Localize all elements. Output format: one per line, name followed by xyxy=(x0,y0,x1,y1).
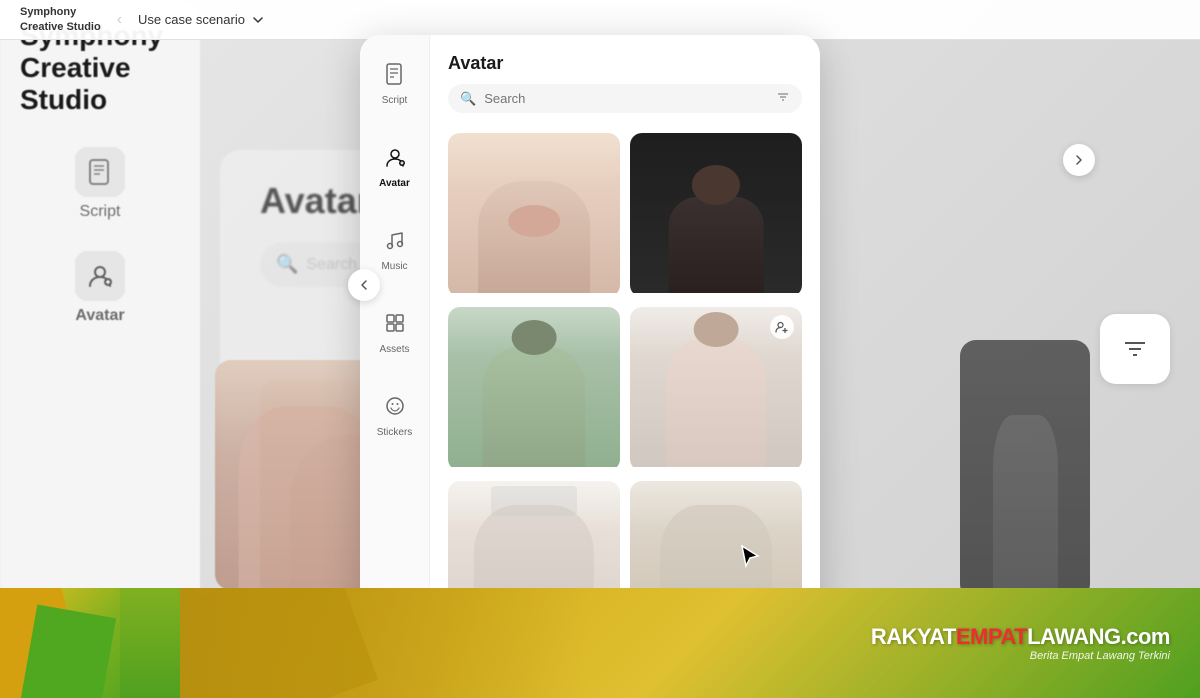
ad-empat: EMPAT xyxy=(956,624,1027,649)
topbar-divider: ‹ xyxy=(117,11,122,29)
script-label-bg: Script xyxy=(80,203,121,221)
ad-brand: RAKYATEMPATLAWANG.com Berita Empat Lawan… xyxy=(871,624,1170,662)
assets-nav-label: Assets xyxy=(379,344,409,355)
stickers-nav-label: Stickers xyxy=(377,427,413,438)
avatar-grid: Bella in the bathroom Marcus in the bedr… xyxy=(430,123,820,655)
avatar-nav-label: Avatar xyxy=(379,178,410,189)
bg-search-icon: 🔍 xyxy=(276,254,298,275)
avatar-card-malik[interactable]: Malik in the bathroom xyxy=(448,307,620,471)
avatar-card-marcus[interactable]: Marcus in the bedro... xyxy=(630,133,802,297)
chevron-down-icon xyxy=(251,13,265,27)
modal-panel: Script Avatar xyxy=(360,35,820,655)
modal-title: Avatar xyxy=(448,53,802,74)
modal-nav-script[interactable]: Script xyxy=(366,55,424,114)
ad-lawang: LAWANG xyxy=(1027,624,1121,649)
alex-name: Alex in bathroom xyxy=(630,467,802,471)
modal-nav-stickers[interactable]: Stickers xyxy=(366,387,424,446)
ad-bar: RAKYATEMPATLAWANG.com Berita Empat Lawan… xyxy=(0,588,1200,698)
bella-name: Bella in the bathroom xyxy=(448,293,620,297)
script-icon-bg xyxy=(75,147,125,197)
ad-tagline: Berita Empat Lawang Terkini xyxy=(1030,650,1170,662)
ad-left-section xyxy=(0,588,180,698)
avatar-icon-bg xyxy=(75,251,125,301)
modal-header: Avatar 🔍 xyxy=(430,35,820,123)
assets-icon xyxy=(384,312,406,340)
right-nav-chevron[interactable] xyxy=(1063,144,1095,176)
ad-right-section: RAKYATEMPATLAWANG.com Berita Empat Lawan… xyxy=(180,588,1200,698)
filter-icon[interactable] xyxy=(776,90,790,107)
avatar-card-bella[interactable]: Bella in the bathroom xyxy=(448,133,620,297)
music-icon xyxy=(384,229,406,257)
malik-name: Malik in the bathroom xyxy=(448,467,620,471)
script-icon xyxy=(384,63,406,91)
avatar-label-bg: Avatar xyxy=(75,307,124,325)
modal-content: Avatar 🔍 B xyxy=(430,35,820,655)
modal-nav-assets[interactable]: Assets xyxy=(366,304,424,363)
music-nav-label: Music xyxy=(381,261,407,272)
script-nav-label: Script xyxy=(382,95,408,106)
search-input[interactable] xyxy=(484,91,768,106)
bg-nav-avatar[interactable]: Avatar xyxy=(75,251,125,325)
right-partial-card xyxy=(960,340,1090,600)
bg-nav-script[interactable]: Script xyxy=(75,147,125,221)
left-nav-chevron[interactable] xyxy=(348,269,380,301)
modal-search-bar[interactable]: 🔍 xyxy=(448,84,802,113)
top-bar: Symphony Creative Studio ‹ Use case scen… xyxy=(0,0,1200,40)
marcus-name: Marcus in the bedro... xyxy=(630,293,802,297)
add-person-icon[interactable] xyxy=(770,315,794,339)
modal-nav-music[interactable]: Music xyxy=(366,221,424,280)
ad-shape-2 xyxy=(20,605,116,698)
modal-nav-avatar[interactable]: Avatar xyxy=(366,138,424,197)
modal-nav: Script Avatar xyxy=(360,35,430,655)
topbar-logo: Symphony Creative Studio xyxy=(20,5,101,34)
ad-rakyat: RAKYAT xyxy=(871,624,956,649)
ad-brand-name: RAKYATEMPATLAWANG.com xyxy=(871,624,1170,650)
avatar-icon xyxy=(384,146,406,174)
ad-tld: .com xyxy=(1121,624,1170,649)
bg-filter-button[interactable] xyxy=(1100,314,1170,384)
topbar-nav[interactable]: Use case scenario xyxy=(138,12,265,27)
modal-search-icon: 🔍 xyxy=(460,91,476,107)
stickers-icon xyxy=(384,395,406,423)
avatar-card-alex[interactable]: Alex in bathroom xyxy=(630,307,802,471)
background-sidebar: Symphony Creative Studio Script Avatar xyxy=(0,0,200,620)
bg-search-text: Search xyxy=(306,256,357,274)
topbar-nav-label: Use case scenario xyxy=(138,12,245,27)
